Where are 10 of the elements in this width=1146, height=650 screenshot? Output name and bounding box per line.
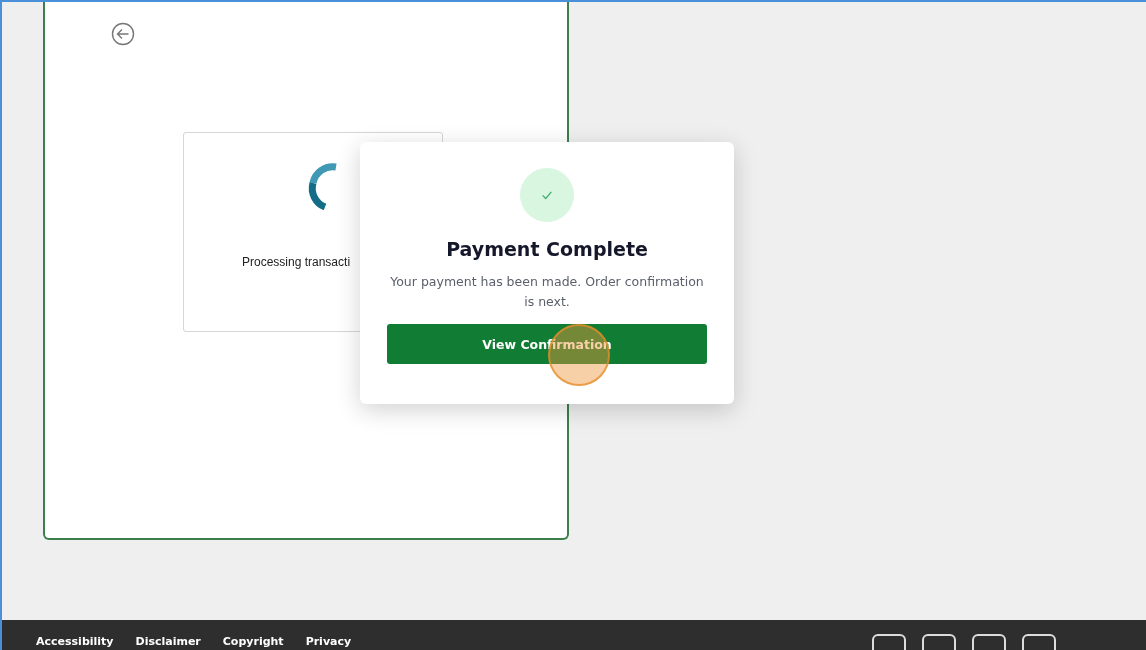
success-check-icon [520,168,574,222]
footer-link[interactable]: Accessibility [36,635,114,648]
dialog-title: Payment Complete [446,238,648,260]
dialog-message: Your payment has been made. Order confirmation is next. [389,273,705,311]
view-confirmation-button[interactable]: View Confirmation [387,324,707,364]
loading-spinner-icon [307,163,339,211]
processing-text: Processing transacti [241,255,351,269]
footer-link[interactable]: Copyright [222,635,284,648]
footer-link[interactable]: Privacy [305,635,352,648]
footer-link[interactable]: Disclaimer [135,635,201,648]
